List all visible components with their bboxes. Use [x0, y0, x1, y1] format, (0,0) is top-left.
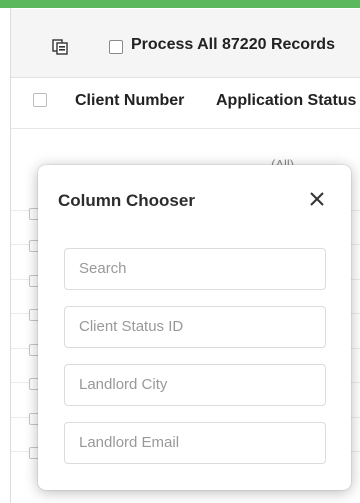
dialog-title: Column Chooser — [58, 191, 195, 210]
column-chooser-dialog: Column Chooser Search Client Status ID L… — [38, 165, 351, 490]
column-chooser-icon[interactable] — [52, 39, 68, 55]
column-item-landlord-city[interactable]: Landlord City — [64, 364, 326, 406]
select-all-checkbox[interactable] — [33, 93, 47, 107]
column-search-input[interactable]: Search — [64, 248, 326, 290]
grid-header-row: Client Number Application Status — [11, 78, 360, 129]
column-item-landlord-email[interactable]: Landlord Email — [64, 422, 326, 464]
column-item-client-status-id[interactable]: Client Status ID — [64, 306, 326, 348]
column-header-application-status[interactable]: Application Status — [216, 92, 356, 110]
process-all-label: Process All 87220 Records — [131, 36, 335, 53]
process-all-checkbox[interactable] — [109, 40, 123, 54]
grid-toolbar: Process All 87220 Records — [11, 9, 360, 78]
close-icon[interactable] — [305, 187, 329, 211]
column-header-client-number[interactable]: Client Number — [75, 92, 184, 110]
top-accent-bar — [0, 0, 360, 8]
